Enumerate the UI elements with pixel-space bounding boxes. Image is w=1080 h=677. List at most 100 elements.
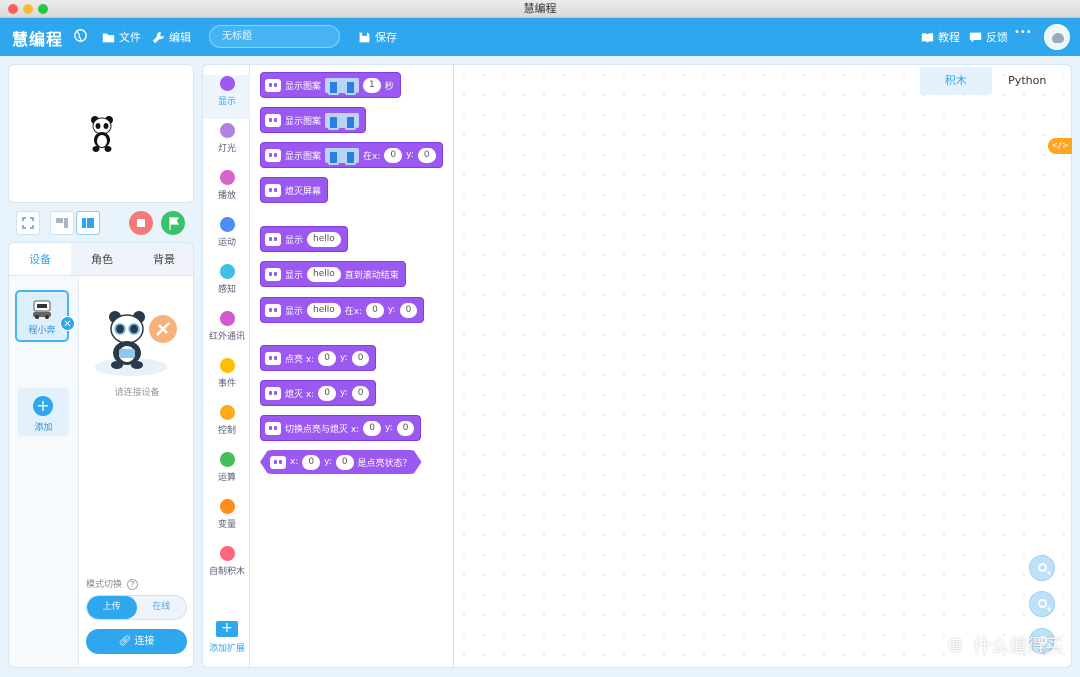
y-input[interactable]: 0 — [399, 302, 418, 318]
category-my-blocks[interactable]: 自制积木 — [203, 546, 251, 577]
category-lights[interactable]: 灯光 — [203, 123, 251, 154]
seconds-input[interactable]: 1 — [363, 77, 381, 93]
go-button[interactable] — [161, 211, 185, 235]
edit-menu[interactable]: 编辑 — [152, 29, 191, 45]
category-dot — [219, 405, 235, 420]
fullscreen-button[interactable] — [16, 211, 40, 235]
category-dot — [219, 358, 235, 373]
block-show-pattern-at[interactable]: 显示图案 在x: 0 y: 0 — [260, 142, 443, 168]
minimize-window-button[interactable] — [23, 4, 33, 14]
y-input[interactable]: 0 — [396, 420, 415, 436]
zoom-out-button[interactable] — [1029, 591, 1055, 617]
panda-sprite[interactable] — [91, 115, 113, 153]
tab-backgrounds[interactable]: 背景 — [133, 243, 193, 275]
add-device-button[interactable]: + 添加 — [18, 388, 69, 436]
codey-face-icon — [265, 78, 281, 92]
x-input[interactable]: 0 — [318, 385, 336, 401]
x-input[interactable]: 0 — [366, 302, 384, 318]
mode-switch[interactable]: 上传 在线 — [86, 595, 187, 620]
category-sensing[interactable]: 感知 — [203, 264, 251, 295]
mode-upload-option[interactable]: 上传 — [87, 596, 137, 619]
script-workspace[interactable]: 积木 Python </> 值 什么值得买 — [454, 64, 1072, 668]
add-extension-button[interactable]: + 添加扩展 — [203, 621, 251, 655]
device-card-codey[interactable]: 程小奔 — [15, 290, 69, 342]
mode-switch-label: 模式切换 ? — [86, 577, 138, 590]
file-menu[interactable]: 文件 — [102, 29, 141, 45]
category-dot — [219, 546, 235, 561]
category-dot — [219, 264, 235, 279]
language-button[interactable] — [74, 29, 87, 42]
category-dot — [219, 217, 235, 232]
y-input[interactable]: 0 — [417, 147, 436, 163]
category-events[interactable]: 事件 — [203, 358, 251, 389]
block-toggle-pixel[interactable]: 切换点亮与熄灭 x: 0 y: 0 — [260, 415, 422, 441]
tab-python[interactable]: Python — [992, 67, 1064, 95]
pattern-matrix-input[interactable] — [325, 147, 360, 165]
watermark-logo: 值 — [941, 631, 969, 659]
close-window-button[interactable] — [8, 4, 18, 14]
block-show-text-scroll[interactable]: 显示 hello 直到滚动结束 — [260, 261, 406, 287]
code-panel-toggle[interactable]: </> — [1048, 138, 1072, 154]
block-light-pixel[interactable]: 点亮 x: 0 y: 0 — [260, 345, 377, 371]
project-title-input[interactable]: 无标题 — [209, 25, 340, 48]
save-button[interactable]: 保存 — [358, 29, 397, 45]
x-input[interactable]: 0 — [363, 420, 381, 436]
category-infrared[interactable]: 红外通讯 — [203, 311, 251, 342]
stage-canvas[interactable] — [8, 64, 194, 203]
window-title: 慧编程 — [523, 2, 557, 15]
y-input[interactable]: 0 — [336, 455, 354, 470]
large-stage-icon — [82, 218, 94, 228]
zoom-out-icon — [1038, 599, 1047, 608]
category-dot — [219, 123, 235, 138]
connect-button[interactable]: 🔗︎ 连接 — [86, 629, 187, 654]
pattern-matrix-input[interactable] — [325, 77, 360, 95]
tab-blocks[interactable]: 积木 — [920, 67, 992, 95]
x-input[interactable]: 0 — [318, 350, 336, 366]
category-dot — [219, 499, 235, 514]
small-stage-button[interactable] — [50, 211, 74, 235]
stop-button[interactable] — [129, 211, 153, 235]
block-show-text[interactable]: 显示 hello — [260, 226, 348, 252]
remove-device-button[interactable]: ✕ — [60, 316, 75, 331]
text-input[interactable]: hello — [307, 231, 341, 247]
app-logo: 慧编程 — [12, 30, 64, 49]
user-avatar[interactable] — [1044, 24, 1070, 50]
help-icon[interactable]: ? — [126, 579, 138, 590]
category-display[interactable]: 显示 — [203, 75, 251, 119]
fullscreen-icon — [22, 217, 34, 229]
codey-face-icon — [265, 183, 281, 197]
zoom-in-icon — [1038, 563, 1047, 572]
block-clear-screen[interactable]: 熄灭屏幕 — [260, 177, 329, 203]
more-button[interactable]: ••• — [1014, 27, 1032, 38]
x-input[interactable]: 0 — [302, 455, 320, 470]
category-operators[interactable]: 运算 — [203, 452, 251, 483]
text-input[interactable]: hello — [307, 302, 341, 318]
block-show-pattern-seconds[interactable]: 显示图案 1 秒 — [260, 72, 401, 98]
zoom-in-button[interactable] — [1029, 555, 1055, 581]
large-stage-button[interactable] — [76, 211, 100, 235]
category-variables[interactable]: 变量 — [203, 499, 251, 530]
zoom-window-button[interactable] — [38, 4, 48, 14]
y-input[interactable]: 0 — [351, 385, 370, 401]
block-show-pattern[interactable]: 显示图案 — [260, 107, 367, 133]
codey-face-icon — [265, 303, 281, 317]
block-show-text-at[interactable]: 显示 hello 在x: 0 y: 0 — [260, 297, 425, 323]
feedback-button[interactable]: 反馈 — [969, 29, 1008, 45]
wrench-icon — [152, 31, 165, 43]
book-icon — [921, 32, 934, 42]
category-control[interactable]: 控制 — [203, 405, 251, 436]
codey-face-icon — [265, 148, 281, 162]
pattern-matrix-input[interactable] — [325, 112, 360, 130]
block-pixel-is-lit[interactable]: x: 0 y: 0 是点亮状态？ — [260, 450, 422, 474]
codey-face-icon — [265, 267, 281, 281]
category-motion[interactable]: 运动 — [203, 217, 251, 248]
category-sound[interactable]: 播放 — [203, 170, 251, 201]
text-input[interactable]: hello — [307, 266, 341, 282]
block-unlight-pixel[interactable]: 熄灭 x: 0 y: 0 — [260, 380, 377, 406]
x-input[interactable]: 0 — [384, 147, 403, 163]
tutorial-button[interactable]: 教程 — [921, 29, 960, 45]
y-input[interactable]: 0 — [351, 350, 370, 366]
tab-sprites[interactable]: 角色 — [71, 243, 133, 275]
tab-devices[interactable]: 设备 — [9, 243, 71, 275]
mode-online-option[interactable]: 在线 — [137, 596, 187, 619]
